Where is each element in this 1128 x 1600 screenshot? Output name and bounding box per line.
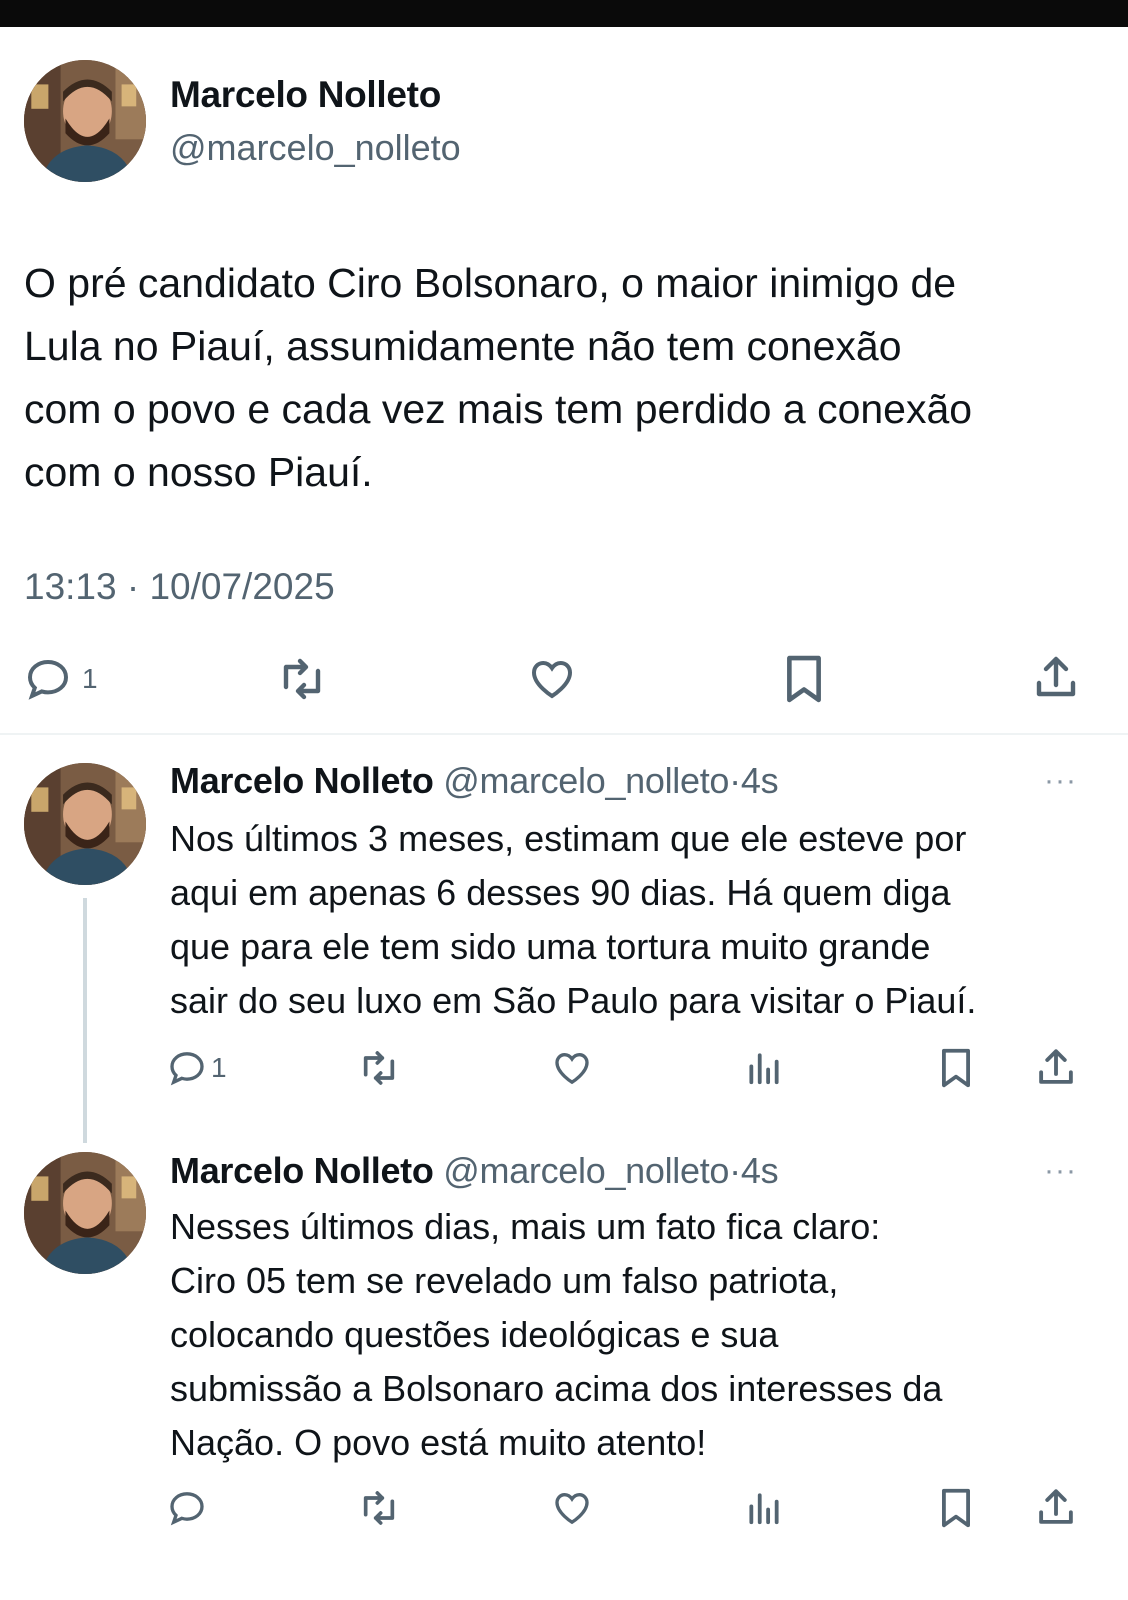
reply-text-line: sair do seu luxo em São Paulo para visit… <box>170 980 977 1021</box>
reply-text-line: submissão a Bolsonaro acima dos interess… <box>170 1368 943 1409</box>
bookmark-icon <box>942 1488 970 1528</box>
separator-dot: · <box>729 760 741 801</box>
bookmark-button[interactable] <box>937 1046 975 1090</box>
reply-icon <box>170 1052 204 1086</box>
retweet-button[interactable] <box>276 655 328 703</box>
reply-text-line: colocando questões ideológicas e sua <box>170 1314 779 1355</box>
retweet-icon <box>363 1051 395 1085</box>
like-icon <box>555 1492 589 1525</box>
reply-button[interactable]: 1 <box>167 1048 227 1088</box>
reply-text: Nos últimos 3 meses, estimam que ele est… <box>170 812 1100 1028</box>
reply-icon <box>27 659 69 700</box>
reply-time[interactable]: 4s <box>741 760 779 801</box>
bookmark-button[interactable] <box>781 653 827 705</box>
reply-header: Marcelo Nolleto @marcelo_nolleto·4s <box>170 1150 779 1192</box>
reply-header: Marcelo Nolleto @marcelo_nolleto·4s <box>170 760 779 802</box>
tweet-text-line: com o povo e cada vez mais tem perdido a… <box>24 386 973 432</box>
status-bar <box>0 0 1128 27</box>
divider <box>0 733 1128 735</box>
share-button[interactable] <box>1035 1486 1077 1528</box>
like-icon <box>531 660 573 699</box>
bookmark-icon <box>942 1048 970 1088</box>
bookmark-icon <box>787 655 821 703</box>
views-button[interactable] <box>745 1048 783 1088</box>
retweet-button[interactable] <box>357 1488 401 1528</box>
reply-count: 1 <box>82 663 98 694</box>
reply-author-handle[interactable]: @marcelo_nolleto <box>443 1150 729 1191</box>
reply-text-line: Nos últimos 3 meses, estimam que ele est… <box>170 818 967 859</box>
views-icon <box>749 1053 779 1085</box>
reply-text-line: Nesses últimos dias, mais um fato fica c… <box>170 1206 881 1247</box>
share-button[interactable] <box>1031 653 1081 701</box>
views-icon <box>749 1493 779 1525</box>
reply-text-line: Nação. O povo está muito atento! <box>170 1422 707 1463</box>
retweet-icon <box>363 1491 395 1525</box>
tweet-text-line: O pré candidato Ciro Bolsonaro, o maior … <box>24 260 957 306</box>
avatar-photo <box>24 1152 146 1274</box>
avatar-photo <box>24 763 146 885</box>
separator-dot: · <box>729 1150 741 1191</box>
reply-button[interactable] <box>167 1488 207 1528</box>
share-icon <box>1039 1049 1073 1084</box>
reply-count: 1 <box>211 1052 227 1083</box>
reply-avatar[interactable] <box>24 1152 146 1274</box>
thread-line <box>83 898 87 1143</box>
share-button[interactable] <box>1035 1046 1077 1088</box>
reply-icon <box>170 1492 204 1526</box>
views-button[interactable] <box>745 1488 783 1528</box>
like-button[interactable] <box>527 655 577 703</box>
share-icon <box>1036 656 1076 697</box>
tweet-text-line: com o nosso Piauí. <box>24 449 373 495</box>
reply-author-name[interactable]: Marcelo Nolleto <box>170 760 434 801</box>
reply-text-line: Ciro 05 tem se revelado um falso patriot… <box>170 1260 839 1301</box>
author-avatar[interactable] <box>24 60 146 182</box>
more-icon[interactable]: ··· <box>1044 1154 1077 1188</box>
reply-text-line: que para ele tem sido uma tortura muito … <box>170 926 931 967</box>
author-handle[interactable]: @marcelo_nolleto <box>170 127 461 169</box>
author-name[interactable]: Marcelo Nolleto <box>170 74 441 116</box>
reply-text-line: aqui em apenas 6 desses 90 dias. Há quem… <box>170 872 951 913</box>
reply-text: Nesses últimos dias, mais um fato fica c… <box>170 1200 1100 1470</box>
avatar-photo <box>24 60 146 182</box>
bookmark-button[interactable] <box>937 1486 975 1530</box>
tweet-text-line: Lula no Piauí, assumidamente não tem con… <box>24 323 902 369</box>
tweet-timestamp[interactable]: 13:13 · 10/07/2025 <box>24 566 335 608</box>
reply-time[interactable]: 4s <box>741 1150 779 1191</box>
more-icon[interactable]: ··· <box>1044 764 1077 798</box>
reply-author-name[interactable]: Marcelo Nolleto <box>170 1150 434 1191</box>
like-button[interactable] <box>551 1048 593 1088</box>
like-button[interactable] <box>551 1488 593 1528</box>
retweet-button[interactable] <box>357 1048 401 1088</box>
tweet-text: O pré candidato Ciro Bolsonaro, o maior … <box>24 252 1114 504</box>
like-icon <box>555 1052 589 1085</box>
share-icon <box>1039 1489 1073 1524</box>
reply-avatar[interactable] <box>24 763 146 885</box>
reply-author-handle[interactable]: @marcelo_nolleto <box>443 760 729 801</box>
retweet-icon <box>283 658 321 700</box>
reply-button[interactable]: 1 <box>24 655 98 703</box>
